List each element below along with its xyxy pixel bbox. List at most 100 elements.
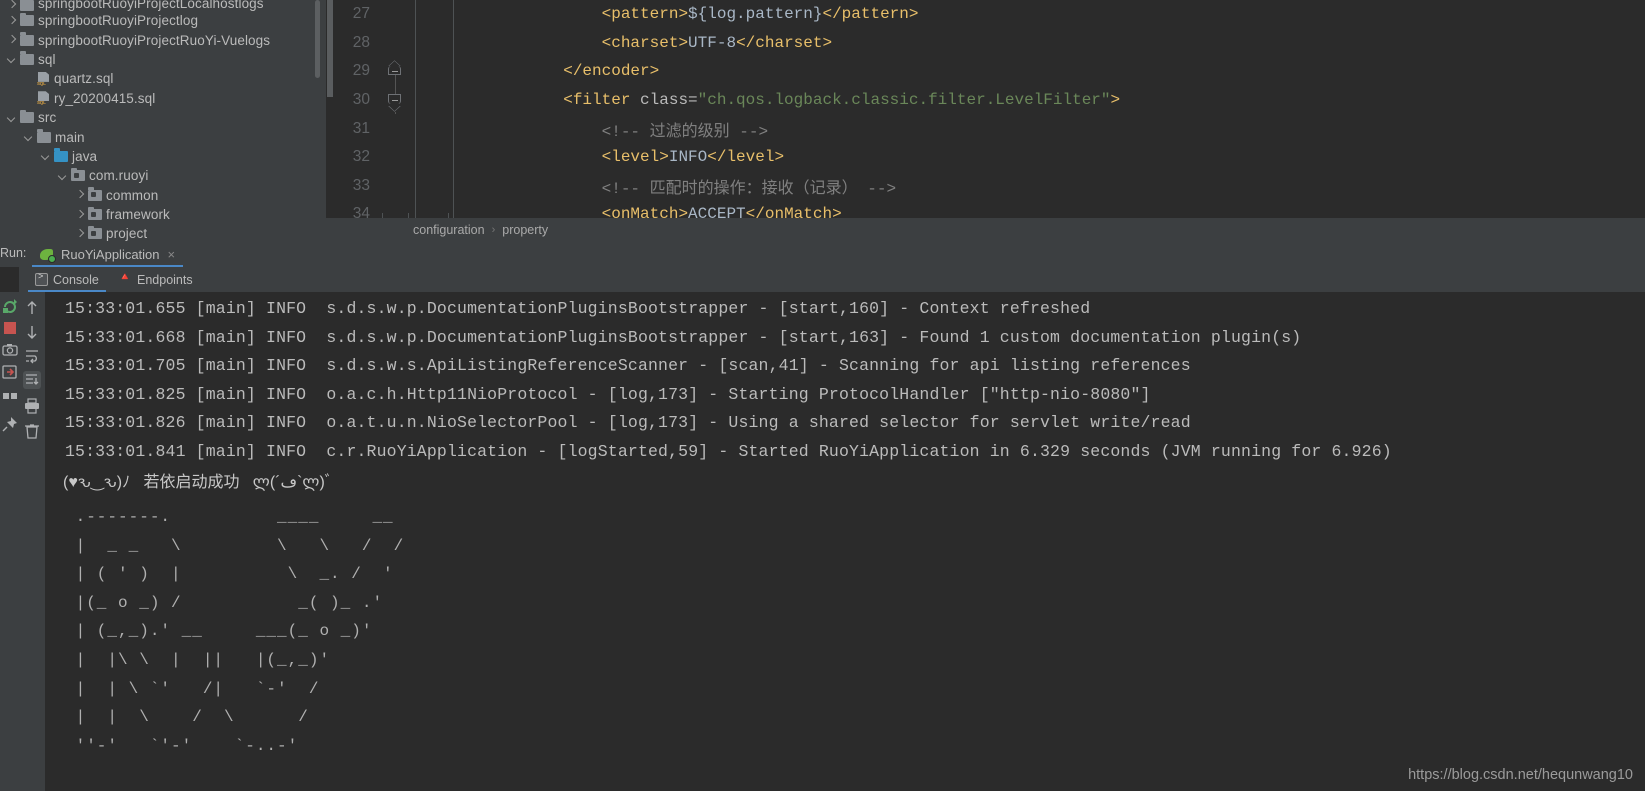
- code-token: "ch.qos.logback.classic.filter.LevelFilt…: [697, 91, 1111, 110]
- tab-endpoints-label: Endpoints: [137, 272, 193, 287]
- console-log-line: 15:33:01.705 [main] INFO s.d.s.w.s.ApiLi…: [65, 356, 1191, 376]
- project-tree-scrollbar[interactable]: [315, 0, 320, 78]
- project-tree-pane[interactable]: springbootRuoyiProjectLocalhostlogs sprin…: [0, 0, 326, 241]
- tree-item[interactable]: src: [0, 108, 326, 127]
- collapse-icon[interactable]: [388, 93, 401, 104]
- console-log-line: 15:33:01.841 [main] INFO c.r.RuoYiApplic…: [65, 442, 1392, 461]
- tree-item[interactable]: springbootRuoyiProjectLocalhostlogs: [0, 0, 326, 11]
- code-line[interactable]: 29 </encoder>: [326, 57, 1120, 86]
- tree-item[interactable]: java: [0, 147, 326, 166]
- console-log-line: 15:33:01.668 [main] INFO s.d.s.w.p.Docum…: [65, 327, 1302, 347]
- chevron-right-icon[interactable]: [74, 189, 86, 201]
- tab-console[interactable]: Console: [28, 267, 106, 292]
- ascii-art-line: | |\ \ | || |(_,_)': [65, 650, 331, 669]
- camera-icon[interactable]: [2, 342, 18, 358]
- fold-gutter[interactable]: [382, 172, 408, 201]
- print-icon[interactable]: [23, 397, 41, 415]
- code-token: </charset>: [736, 33, 833, 52]
- indent-guides: [408, 85, 454, 115]
- code-token: class=: [640, 91, 698, 110]
- fold-gutter[interactable]: [382, 0, 408, 29]
- soft-wrap-icon[interactable]: [23, 347, 41, 365]
- chevron-right-icon[interactable]: [74, 209, 86, 221]
- layout-icon[interactable]: [2, 388, 18, 404]
- export-icon[interactable]: [2, 364, 18, 380]
- tree-item[interactable]: springbootRuoyiProjectRuoYi-Vuelogs: [0, 30, 326, 49]
- tree-item[interactable]: common: [0, 186, 326, 205]
- code-token: <pattern>: [601, 5, 689, 24]
- code-line[interactable]: 30 <filter class="ch.qos.logback.classic…: [326, 85, 1120, 115]
- console-icon: [35, 272, 48, 286]
- code-token: UTF-8: [688, 33, 737, 52]
- breadcrumb-item-property[interactable]: property: [502, 223, 548, 237]
- down-arrow-icon[interactable]: [23, 323, 41, 341]
- scroll-to-end-icon[interactable]: [23, 371, 41, 389]
- code-token: INFO: [668, 148, 708, 167]
- fold-gutter[interactable]: [382, 143, 408, 172]
- tree-item-label: project: [106, 226, 148, 241]
- close-icon[interactable]: ×: [168, 248, 176, 261]
- tree-item-label: sql: [38, 51, 56, 67]
- chevron-down-icon[interactable]: [40, 150, 52, 162]
- up-arrow-icon[interactable]: [23, 299, 41, 317]
- code-line[interactable]: 31 <!-- 过滤的级别 -->: [326, 114, 1120, 143]
- tree-item[interactable]: com.ruoyi: [0, 166, 326, 185]
- stop-icon[interactable]: [2, 320, 18, 336]
- tab-endpoints[interactable]: Endpoints: [111, 267, 200, 292]
- code-line[interactable]: 27 <pattern>${log.pattern}</pattern>: [326, 0, 1120, 29]
- code-text: <level>INFO</level>: [448, 148, 784, 166]
- fold-gutter[interactable]: [382, 114, 408, 143]
- indent-guides: [408, 114, 454, 143]
- console-output[interactable]: 15:33:01.655 [main] INFO s.d.s.w.p.Docum…: [45, 292, 1645, 791]
- tree-item[interactable]: main: [0, 127, 326, 146]
- tree-item-label: ry_20200415.sql: [54, 90, 156, 106]
- pin-icon[interactable]: [2, 416, 18, 432]
- tree-item[interactable]: SQL quartz.sql: [0, 69, 326, 88]
- code-line[interactable]: 33 <!-- 匹配时的操作：接收（记录） -->: [326, 171, 1120, 201]
- sql-file-icon: SQL: [37, 72, 50, 86]
- tree-item[interactable]: springbootRuoyiProjectlog: [0, 11, 326, 30]
- line-number: 33: [352, 176, 370, 194]
- chevron-down-icon[interactable]: [6, 53, 18, 65]
- chevron-right-icon[interactable]: [6, 0, 18, 11]
- ascii-art-line: | | \ / \ /: [65, 708, 309, 727]
- code-token: </encoder>: [563, 62, 660, 81]
- chevron-right-icon[interactable]: [6, 34, 18, 46]
- tree-item[interactable]: sql: [0, 50, 326, 69]
- code-line[interactable]: 28 <charset>UTF-8</charset>: [326, 28, 1120, 58]
- tree-item[interactable]: framework: [0, 205, 326, 224]
- run-tab-ruoyiapplication[interactable]: RuoYiApplication ×: [32, 241, 184, 267]
- rerun-icon[interactable]: [2, 298, 18, 314]
- collapse-icon[interactable]: [388, 66, 401, 76]
- package-icon: [71, 167, 85, 182]
- folder-icon: [20, 51, 34, 65]
- run-label: Run:: [0, 246, 27, 260]
- line-number: 30: [352, 91, 370, 109]
- code-line[interactable]: 32 <level>INFO</level>: [326, 142, 1120, 172]
- chevron-right-icon[interactable]: [6, 15, 18, 27]
- tree-item[interactable]: SQL ry_20200415.sql: [0, 89, 326, 108]
- tab-console-label: Console: [53, 272, 99, 287]
- chevron-down-icon[interactable]: [23, 131, 35, 143]
- code-editor-pane[interactable]: 27 <pattern>${log.pattern}</pattern> 28 <…: [326, 0, 1645, 241]
- fold-gutter[interactable]: [382, 85, 408, 115]
- console-log-line: 15:33:01.655 [main] INFO s.d.s.w.p.Docum…: [65, 299, 1091, 318]
- top-area: springbootRuoyiProjectLocalhostlogs sprin…: [0, 0, 1645, 241]
- fold-gutter[interactable]: [382, 29, 408, 58]
- folder-icon: [20, 0, 34, 11]
- tree-item[interactable]: project: [0, 224, 326, 241]
- console-sub-tab-bar: Console Endpoints: [19, 267, 1645, 292]
- trash-icon[interactable]: [23, 422, 41, 440]
- ide-window: springbootRuoyiProjectLocalhostlogs sprin…: [0, 0, 1645, 791]
- fold-gutter[interactable]: [382, 57, 408, 86]
- chevron-right-icon[interactable]: [74, 228, 86, 240]
- code-text: <pattern>${log.pattern}</pattern>: [448, 5, 919, 24]
- chevron-down-icon[interactable]: [57, 170, 69, 182]
- chevron-down-icon[interactable]: [6, 112, 18, 124]
- startup-success-banner: (♥ԅ‿ԅ)ﾉ 若依启动成功 ლ(´ڡ`ლ)ﾞ: [63, 474, 333, 491]
- breadcrumb-item-configuration[interactable]: configuration: [413, 223, 485, 237]
